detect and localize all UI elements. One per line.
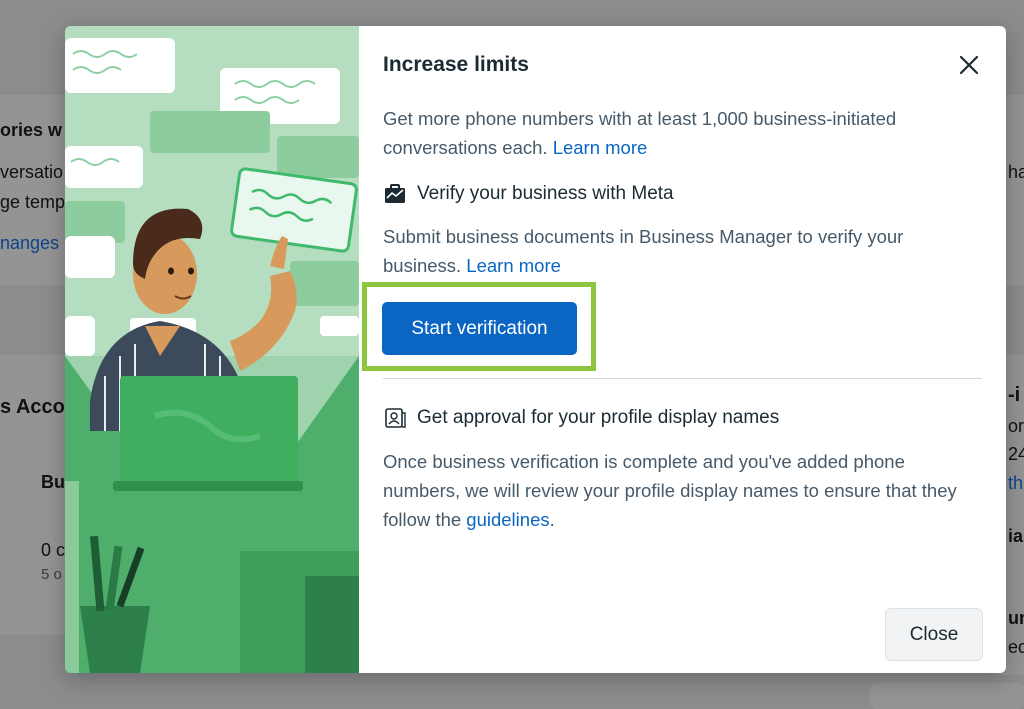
verify-description: Submit business documents in Business Ma… — [383, 222, 973, 280]
bg-value: 0 c — [41, 540, 66, 560]
bg-text: ha — [1008, 162, 1024, 182]
verify-learn-more-link[interactable]: Learn more — [466, 255, 561, 276]
bg-text: -i — [1008, 384, 1021, 406]
bg-text: or — [1008, 416, 1024, 436]
increase-limits-dialog: Increase limits Get more phone numbers w… — [65, 26, 1006, 673]
illustration — [65, 26, 359, 673]
close-button[interactable]: Close — [885, 608, 983, 661]
bg-card — [870, 683, 1024, 709]
bg-text: un — [1008, 608, 1024, 628]
bg-heading: s Acco — [0, 396, 65, 418]
bg-text: versatio — [0, 162, 64, 182]
bg-link[interactable]: th — [1008, 473, 1023, 494]
close-icon — [959, 55, 979, 75]
bg-text: ed — [1008, 637, 1024, 657]
verify-title-text: Verify your business with Meta — [417, 183, 674, 204]
dialog-title: Increase limits — [383, 53, 529, 76]
bg-column-header: Bu — [41, 472, 65, 492]
bg-heading: ories w — [0, 120, 63, 140]
section-divider — [383, 378, 982, 379]
approval-title-text: Get approval for your profile display na… — [417, 407, 780, 428]
approval-period: . — [549, 509, 555, 530]
intro-paragraph: Get more phone numbers with at least 1,0… — [383, 104, 973, 162]
approval-section-title: Get approval for your profile display na… — [383, 406, 779, 430]
id-card-icon — [383, 406, 407, 430]
intro-learn-more-link[interactable]: Learn more — [553, 137, 648, 158]
person-at-laptop-illustration — [65, 26, 359, 673]
verify-description-text: Submit business documents in Business Ma… — [383, 226, 904, 276]
start-verification-button[interactable]: Start verification — [382, 302, 577, 355]
guidelines-link[interactable]: guidelines — [466, 509, 549, 530]
bg-text: 24 — [1008, 444, 1024, 464]
bg-link[interactable]: nanges — [0, 233, 59, 254]
bg-text: ge temp — [0, 192, 66, 212]
bg-text: ia — [1008, 526, 1024, 546]
approval-description: Once business verification is complete a… — [383, 447, 973, 534]
verify-section-title: Verify your business with Meta — [383, 182, 674, 206]
close-x-button[interactable] — [954, 50, 984, 80]
dialog-content: Increase limits Get more phone numbers w… — [359, 26, 1006, 673]
bg-subvalue: 5 o — [41, 566, 62, 583]
briefcase-icon — [383, 182, 407, 206]
